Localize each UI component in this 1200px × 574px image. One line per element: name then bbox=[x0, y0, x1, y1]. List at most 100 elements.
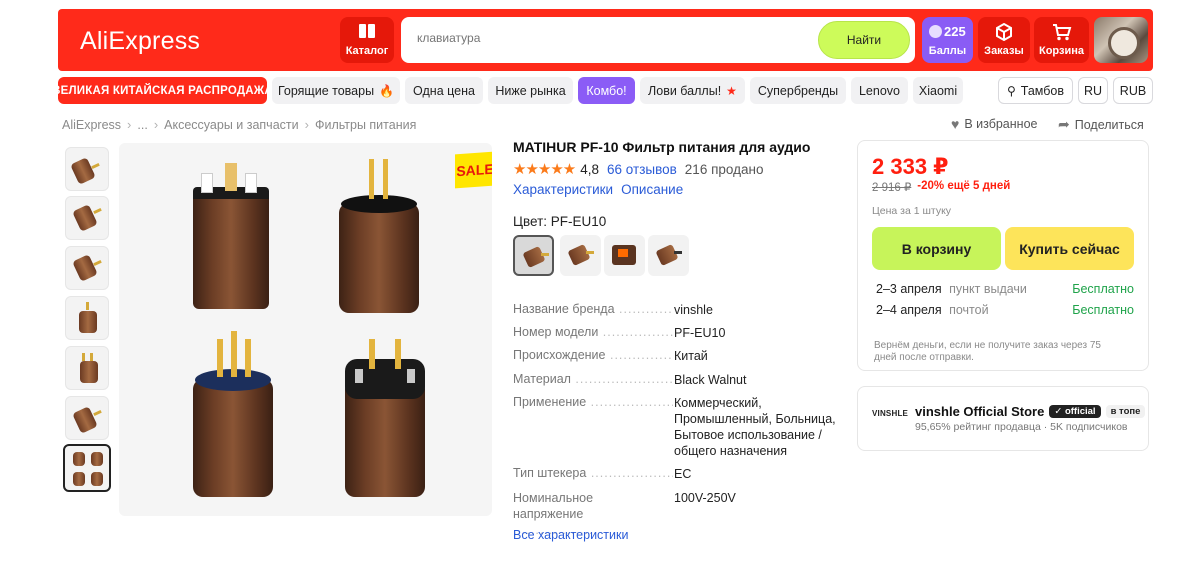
header-bar: AliExpress Каталог Найти 225 Баллы Заказ… bbox=[58, 9, 1153, 71]
delivery-option[interactable]: 2–3 апреля пункт выдачи Бесплатно bbox=[876, 282, 1134, 296]
color-swatch[interactable] bbox=[648, 235, 689, 276]
cart-icon bbox=[1052, 23, 1072, 44]
spec-key: Название бренда bbox=[513, 302, 673, 316]
cart-button[interactable]: Корзина bbox=[1034, 17, 1089, 63]
store-name: vinshle Official Store bbox=[915, 404, 1045, 419]
catalog-label: Каталог bbox=[345, 45, 389, 57]
spec-key: Материал bbox=[513, 372, 673, 386]
currency-selector[interactable]: RUB bbox=[1113, 77, 1153, 104]
catalog-icon bbox=[358, 23, 376, 42]
buy-card: 2 333 ₽ 2 916 ₽ -20% ещё 5 дней Цена за … bbox=[857, 140, 1149, 371]
specs-link[interactable]: Характеристики bbox=[513, 182, 613, 197]
color-swatch-selected[interactable] bbox=[513, 235, 554, 276]
chip-superbrands[interactable]: Супербренды bbox=[750, 77, 846, 104]
search-box: Найти bbox=[401, 17, 915, 63]
points-button[interactable]: 225 Баллы bbox=[922, 17, 973, 63]
unit-price-note: Цена за 1 штуку bbox=[872, 205, 952, 217]
city-selector[interactable]: ⚲ Тамбов bbox=[998, 77, 1073, 104]
spec-value: 100V-250V bbox=[674, 491, 736, 505]
gallery-thumbnail[interactable] bbox=[65, 396, 109, 440]
plug-us-image bbox=[193, 379, 273, 497]
reviews-link[interactable]: 66 отзывов bbox=[607, 162, 677, 177]
gallery-thumbnail[interactable] bbox=[65, 246, 109, 290]
color-swatch[interactable] bbox=[560, 235, 601, 276]
orders-label: Заказы bbox=[984, 45, 1024, 57]
chip-hot[interactable]: Горящие товары 🔥 bbox=[272, 77, 400, 104]
delivery-method: почтой bbox=[949, 303, 989, 317]
orders-button[interactable]: Заказы bbox=[978, 17, 1030, 63]
share-label: Поделиться bbox=[1074, 117, 1144, 132]
rating-value: 4,8 bbox=[580, 161, 600, 177]
plug-eu-image bbox=[339, 203, 419, 313]
spec-value: Китай bbox=[674, 349, 708, 363]
spec-key: Применение bbox=[513, 395, 673, 409]
top-badge: в топе bbox=[1105, 405, 1146, 418]
catalog-button[interactable]: Каталог bbox=[340, 17, 394, 63]
breadcrumb-item[interactable]: Фильтры питания bbox=[315, 118, 416, 132]
cart-label: Корзина bbox=[1039, 45, 1084, 57]
share-button[interactable]: ➦ Поделиться bbox=[1058, 116, 1144, 133]
spec-key: Тип штекера bbox=[513, 466, 673, 480]
chip-xiaomi[interactable]: Xiaomi bbox=[913, 77, 963, 104]
chevron-right-icon: › bbox=[304, 117, 309, 132]
store-logo: VINSHLE bbox=[872, 409, 909, 418]
delivery-price: Бесплатно bbox=[1072, 303, 1134, 317]
rating-stars-icon: ★★★★★ bbox=[513, 161, 576, 178]
chip-below-market[interactable]: Ниже рынка bbox=[488, 77, 573, 104]
favorite-button[interactable]: ♥ В избранное bbox=[951, 116, 1037, 132]
user-avatar[interactable] bbox=[1094, 17, 1148, 63]
favorite-label: В избранное bbox=[964, 117, 1038, 131]
language-selector[interactable]: RU bbox=[1078, 77, 1108, 104]
all-specs-link[interactable]: Все характеристики bbox=[513, 528, 628, 542]
delivery-date: 2–4 апреля bbox=[876, 303, 942, 317]
coin-icon bbox=[929, 25, 942, 38]
chip-one-price[interactable]: Одна цена bbox=[405, 77, 483, 104]
chip-catch-points[interactable]: Лови баллы! ★ bbox=[640, 77, 745, 104]
buy-now-button[interactable]: Купить сейчас bbox=[1005, 227, 1134, 270]
sale-badge: SALE bbox=[455, 151, 492, 189]
store-card[interactable]: VINSHLE vinshle Official Store ✓ officia… bbox=[857, 386, 1149, 451]
price: 2 333 ₽ bbox=[872, 154, 949, 179]
chip-combo[interactable]: Комбо! bbox=[578, 77, 635, 104]
color-label: Цвет: PF-EU10 bbox=[513, 214, 607, 229]
gallery-thumbnail[interactable] bbox=[65, 296, 109, 340]
gallery-thumbnail[interactable] bbox=[65, 196, 109, 240]
breadcrumb-item[interactable]: Аксессуары и запчасти bbox=[164, 118, 298, 132]
spec-value: Black Walnut bbox=[674, 373, 747, 387]
add-to-cart-button[interactable]: В корзину bbox=[872, 227, 1001, 270]
gallery-thumbnail[interactable] bbox=[65, 147, 109, 191]
breadcrumb-item[interactable]: AliExpress bbox=[62, 118, 121, 132]
chevron-right-icon: › bbox=[153, 117, 159, 132]
aliexpress-logo[interactable]: AliExpress bbox=[80, 27, 200, 56]
chevron-right-icon: › bbox=[127, 117, 132, 132]
breadcrumb-item[interactable]: ... bbox=[137, 118, 147, 132]
subscribers-count: 5K подписчиков bbox=[1050, 421, 1128, 433]
store-name-row: vinshle Official Store ✓ official в топе bbox=[915, 404, 1146, 419]
description-link[interactable]: Описание bbox=[621, 182, 683, 197]
search-button[interactable]: Найти bbox=[818, 21, 910, 59]
sale-banner-chip[interactable]: ВЕЛИКАЯ КИТАЙСКАЯ РАСПРОДАЖА bbox=[52, 77, 273, 104]
box-icon bbox=[995, 22, 1013, 44]
heart-icon: ♥ bbox=[951, 116, 960, 132]
gallery-thumbnail-active[interactable] bbox=[63, 444, 111, 492]
plug-uk-image bbox=[193, 191, 269, 309]
delivery-date: 2–3 апреля bbox=[876, 282, 942, 296]
spec-value: PF-EU10 bbox=[674, 326, 726, 340]
delivery-option[interactable]: 2–4 апреля почтой Бесплатно bbox=[876, 303, 1134, 317]
delivery-price: Бесплатно bbox=[1072, 282, 1134, 296]
search-input[interactable] bbox=[417, 31, 797, 45]
old-price: 2 916 ₽ bbox=[872, 182, 912, 194]
star-icon: ★ bbox=[726, 83, 737, 98]
official-badge: ✓ official bbox=[1049, 405, 1101, 418]
color-swatch[interactable] bbox=[604, 235, 645, 276]
money-back-guarantee: Вернём деньги, если не получите заказ че… bbox=[874, 340, 1101, 363]
breadcrumb: AliExpress › ... › Аксессуары и запчасти… bbox=[62, 117, 416, 132]
chip-lenovo[interactable]: Lenovo bbox=[851, 77, 908, 104]
city-label: Тамбов bbox=[1020, 83, 1065, 98]
points-label: Баллы bbox=[928, 45, 967, 57]
spec-value: EC bbox=[674, 467, 692, 481]
store-stats: 95,65% рейтинг продавца · 5K подписчиков bbox=[915, 421, 1128, 433]
main-product-image[interactable]: SALE bbox=[119, 143, 492, 516]
spec-key: Происхождение bbox=[513, 348, 673, 362]
gallery-thumbnail[interactable] bbox=[65, 346, 109, 390]
